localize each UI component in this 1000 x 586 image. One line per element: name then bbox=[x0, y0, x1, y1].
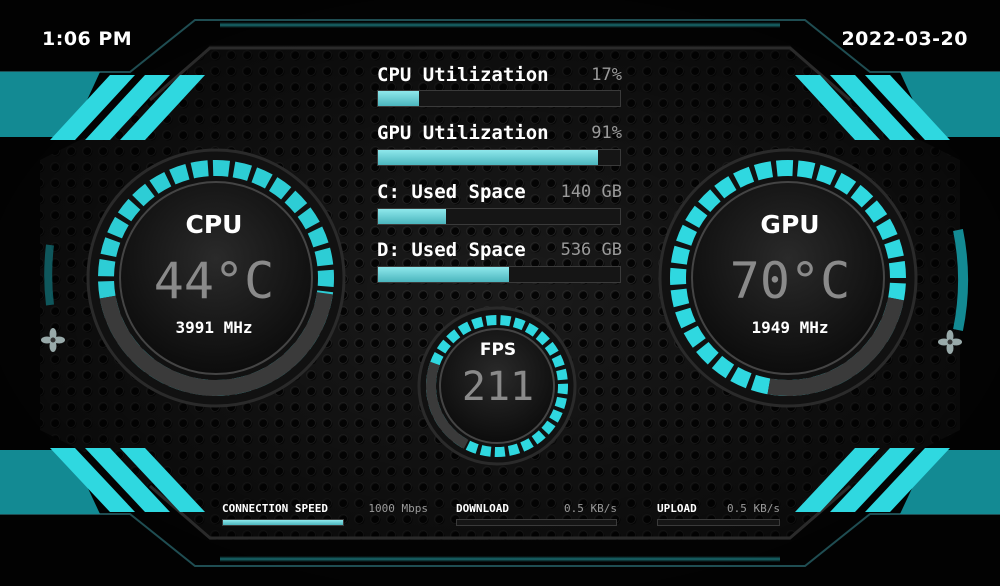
cpu-utilization-fill bbox=[378, 91, 420, 106]
d-drive-bar bbox=[377, 266, 621, 283]
download-label: DOWNLOAD bbox=[456, 502, 509, 515]
fps-value: 211 bbox=[461, 364, 535, 410]
gpu-utilization-value: 91% bbox=[591, 123, 622, 143]
gpu-utilization-fill bbox=[378, 150, 599, 165]
gpu-clock: 1949 MHz bbox=[751, 318, 829, 337]
clock-time: 1:06 PM bbox=[42, 28, 133, 50]
cpu-temperature: 44°C bbox=[153, 252, 275, 310]
connection-speed-bar bbox=[222, 519, 344, 526]
d-drive-value: 536 GB bbox=[560, 240, 622, 260]
cpu-utilization-value: 17% bbox=[591, 65, 622, 85]
fan-icon bbox=[41, 328, 65, 352]
cpu-clock: 3991 MHz bbox=[175, 318, 253, 337]
gpu-temperature: 70°C bbox=[729, 252, 851, 310]
connection-speed-value: 1000 Mbps bbox=[368, 502, 428, 515]
c-drive-fill bbox=[378, 209, 446, 224]
d-drive-fill bbox=[378, 267, 509, 282]
upload-label: UPLOAD bbox=[657, 502, 697, 515]
download-value: 0.5 KB/s bbox=[564, 502, 617, 515]
upload-bar bbox=[657, 519, 780, 526]
fan-icon bbox=[938, 330, 962, 354]
c-drive-label: C: Used Space bbox=[377, 181, 526, 203]
upload-value: 0.5 KB/s bbox=[727, 502, 780, 515]
d-drive-label: D: Used Space bbox=[377, 239, 526, 261]
c-drive-value: 140 GB bbox=[560, 182, 622, 202]
connection-speed-label: CONNECTION SPEED bbox=[222, 502, 328, 515]
cpu-gauge-title: CPU bbox=[185, 210, 243, 239]
connection-speed-fill bbox=[223, 520, 343, 525]
clock-date: 2022-03-20 bbox=[841, 28, 968, 50]
gpu-utilization-bar bbox=[377, 149, 621, 166]
gpu-gauge-title: GPU bbox=[760, 210, 820, 239]
download-bar bbox=[456, 519, 617, 526]
c-drive-bar bbox=[377, 208, 621, 225]
cpu-utilization-bar bbox=[377, 90, 621, 107]
fps-title: FPS bbox=[479, 340, 517, 360]
